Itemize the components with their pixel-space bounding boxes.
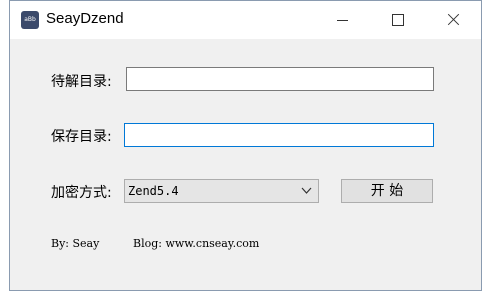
encrypt-method-label: 加密方式:	[51, 185, 112, 201]
app-icon-text: aBb	[24, 16, 36, 23]
save-dir-label: 保存目录:	[51, 129, 112, 145]
title-bar[interactable]: aBb SeayDzend	[10, 1, 481, 39]
blog-text: Blog: www.cnseay.com	[133, 237, 260, 250]
encrypt-method-select[interactable]: Zend5.4	[124, 179, 319, 203]
decrypt-dir-input[interactable]	[126, 67, 434, 91]
author-text: By: Seay	[51, 237, 100, 250]
start-button[interactable]: 开 始	[341, 179, 433, 203]
close-button[interactable]	[430, 1, 476, 39]
minimize-button[interactable]	[320, 1, 366, 39]
window-title: SeayDzend	[46, 10, 124, 27]
chevron-down-icon	[301, 187, 312, 194]
decrypt-dir-label: 待解目录:	[51, 74, 112, 90]
save-dir-input[interactable]	[124, 123, 434, 147]
app-icon: aBb	[21, 11, 39, 29]
maximize-button[interactable]	[376, 1, 422, 39]
encrypt-method-value: Zend5.4	[128, 184, 179, 198]
app-window: aBb SeayDzend 待解目录: 保存目录: 加密方式: Zend5.4 …	[9, 0, 482, 291]
